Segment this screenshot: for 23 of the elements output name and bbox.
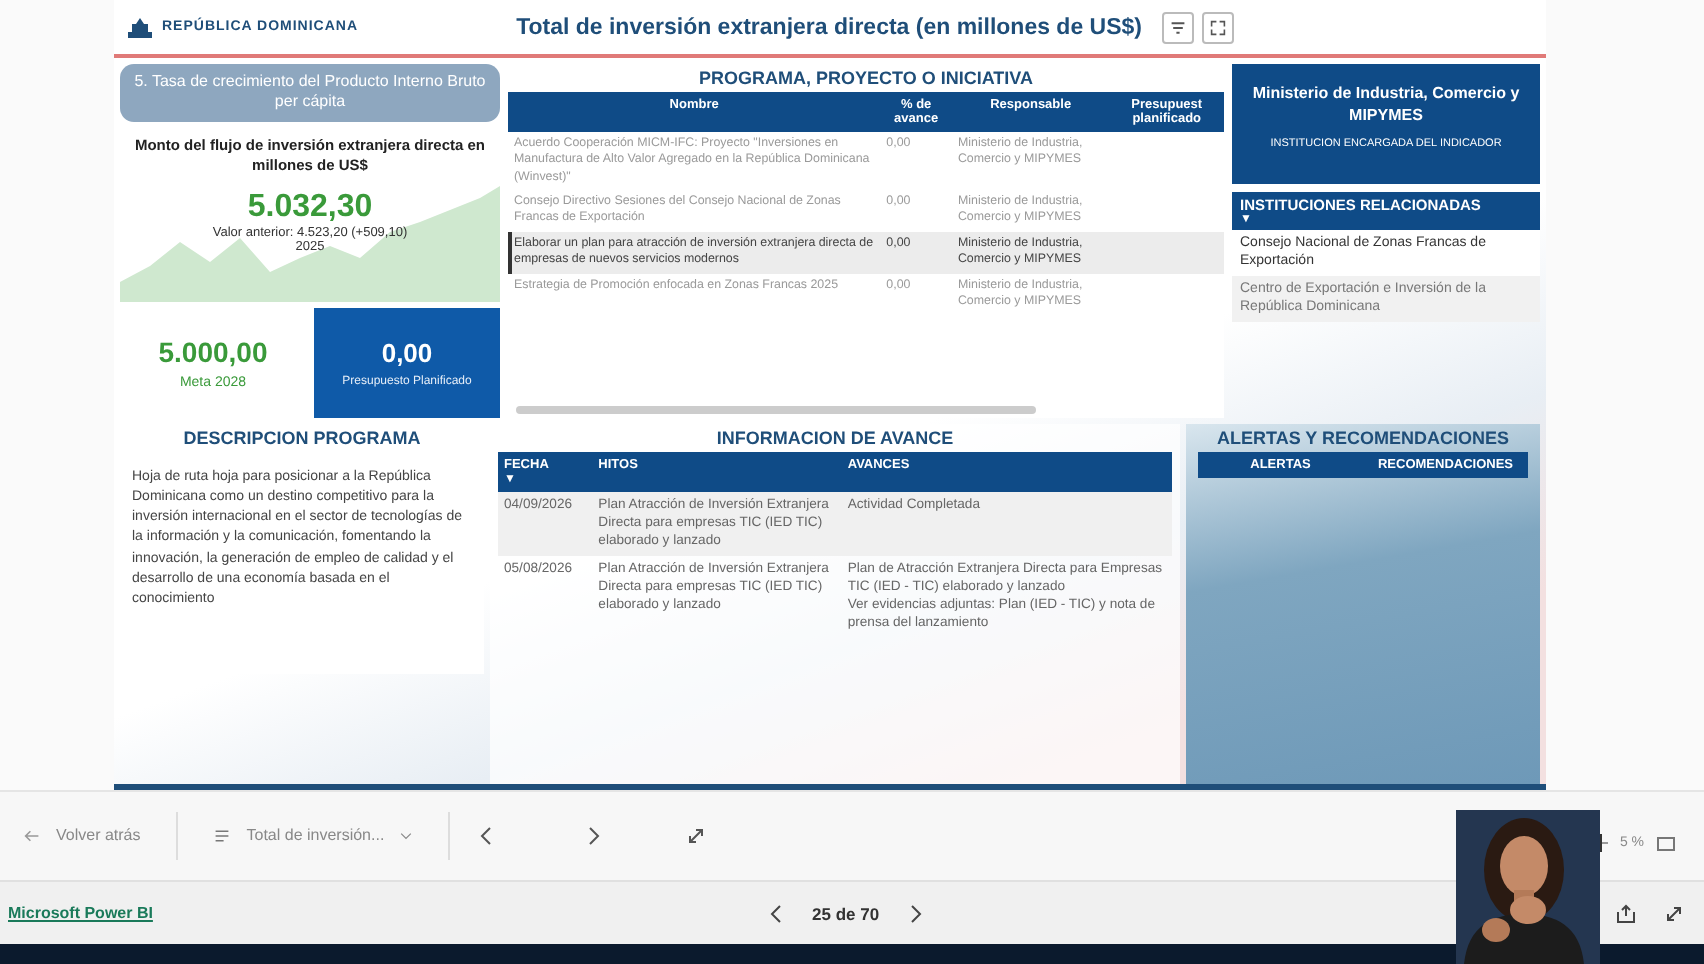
- page-counter: 25 de 70: [812, 903, 880, 924]
- scrollbar[interactable]: [516, 406, 1036, 414]
- section-title: INFORMACION DE AVANCE: [714, 426, 956, 452]
- section-title: DESCRIPCION PROGRAMA: [181, 426, 423, 452]
- report-title: Total de inversión extranjera directa (en millones de US$): [514, 15, 1142, 39]
- filter-icon[interactable]: [1162, 11, 1194, 43]
- budget-value: 0,00: [381, 337, 433, 368]
- powerbi-link[interactable]: Microsoft Power BI: [8, 904, 768, 923]
- caret-icon: [400, 829, 413, 842]
- share-icon[interactable]: [1616, 903, 1636, 924]
- goal-value: 5.000,00: [158, 335, 268, 368]
- focus-mode-icon[interactable]: [1202, 11, 1234, 43]
- pages-list-icon: [214, 827, 231, 844]
- indicator-title: 5. Tasa de crecimiento del Producto Interno Bruto per cápita: [120, 64, 500, 122]
- expand-icon[interactable]: [686, 825, 707, 846]
- fit-page-icon[interactable]: [1656, 833, 1676, 854]
- kpi-value: 5.032,30: [247, 190, 373, 226]
- institution-name: Ministerio de Industria, Comercio y MIPYMES: [1250, 84, 1522, 128]
- back-arrow-icon: [24, 827, 40, 844]
- section-title: ALERTAS Y RECOMENDACIONES: [1214, 426, 1512, 452]
- fullscreen-icon[interactable]: [1664, 903, 1684, 924]
- section-title: PROGRAMA, PROYECTO O INICIATIVA: [696, 66, 1035, 92]
- coat-of-arms-icon: [126, 15, 154, 39]
